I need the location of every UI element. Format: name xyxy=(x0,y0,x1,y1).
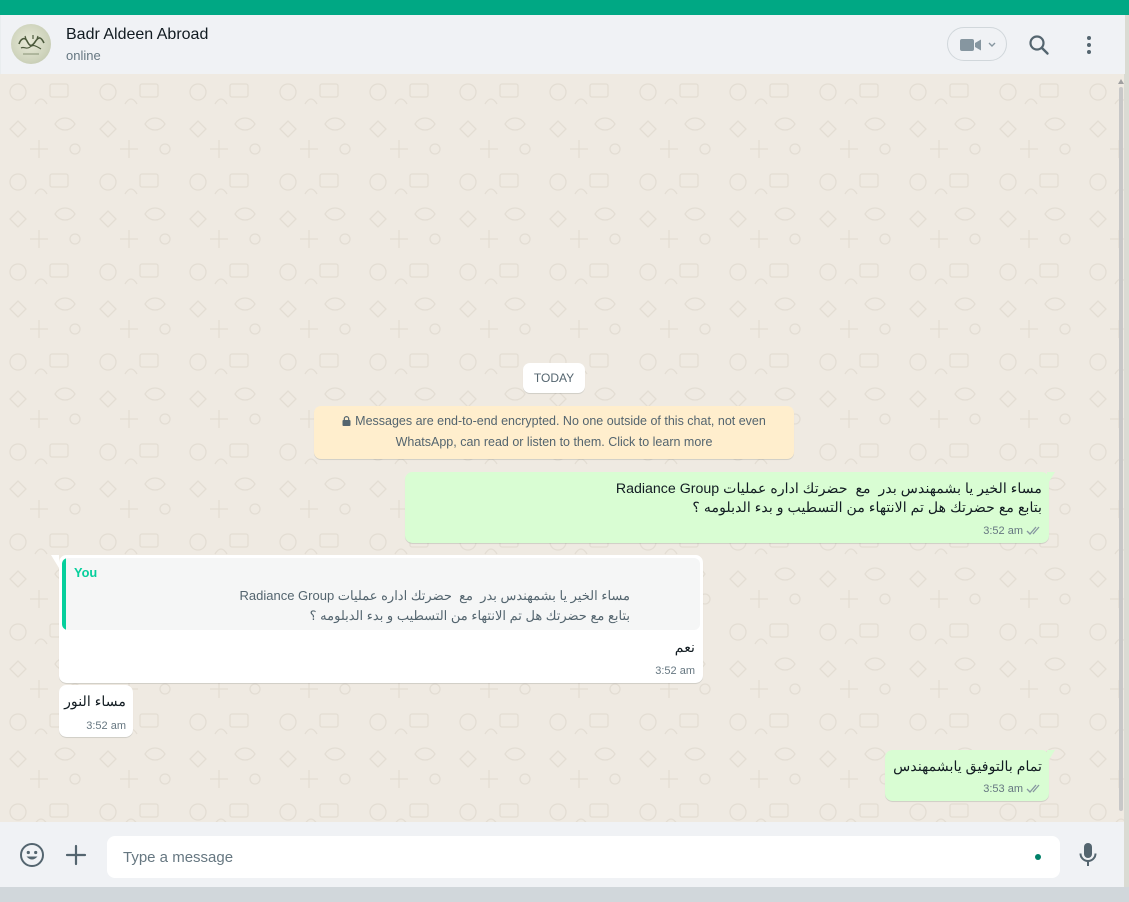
quote-text-line2: بتابع مع حضرتك هل تم الانتهاء من التسطيب… xyxy=(309,608,630,623)
typing-indicator-dot xyxy=(1035,854,1041,860)
incoming-reply-message[interactable]: You مساء الخير يا بشمهندس بدر مع حضرتك ا… xyxy=(51,555,703,683)
video-camera-icon xyxy=(960,39,981,51)
quoted-message[interactable]: You مساء الخير يا بشمهندس بدر مع حضرتك ا… xyxy=(62,558,700,630)
encryption-notice[interactable]: Messages are end-to-end encrypted. No on… xyxy=(314,406,794,459)
date-separator: TODAY xyxy=(523,363,585,393)
message-time: 3:53 am xyxy=(983,783,1023,795)
encryption-notice-line1: Messages are end-to-end encrypted. No on… xyxy=(314,411,794,432)
message-meta: 3:53 am xyxy=(983,783,1042,795)
message-meta: 3:52 am xyxy=(983,525,1042,537)
avatar[interactable] xyxy=(11,24,51,64)
lock-icon xyxy=(342,416,351,426)
quote-bar xyxy=(62,558,66,630)
encryption-notice-line2: WhatsApp, can read or listen to them. Cl… xyxy=(395,435,713,449)
message-time: 3:52 am xyxy=(983,525,1023,537)
message-input[interactable] xyxy=(123,836,1023,878)
chat-window: Badr Aldeen Abroad online TODAY Messages… xyxy=(0,15,1125,887)
bubble-tail xyxy=(1047,472,1055,485)
chevron-down-icon xyxy=(988,42,996,47)
top-accent-bar xyxy=(0,0,1129,15)
video-call-button[interactable] xyxy=(947,27,1007,61)
search-icon[interactable] xyxy=(1027,33,1051,57)
encryption-text-1: Messages are end-to-end encrypted. No on… xyxy=(355,414,766,428)
message-time: 3:52 am xyxy=(86,720,126,732)
chat-header[interactable]: Badr Aldeen Abroad online xyxy=(0,15,1125,74)
message-input-container[interactable] xyxy=(107,836,1060,878)
bubble-tail xyxy=(51,555,59,568)
message-text-line1: مساء الخير يا بشمهندس بدر مع حضرتك اداره… xyxy=(615,481,1042,497)
microphone-icon[interactable] xyxy=(1077,841,1099,869)
bubble-tail xyxy=(1047,750,1055,763)
message-text: تمام بالتوفيق يابشمهندس xyxy=(893,759,1042,775)
message-time: 3:52 am xyxy=(655,665,695,677)
contact-status: online xyxy=(66,48,101,63)
double-check-icon xyxy=(1026,526,1040,535)
message-list[interactable]: TODAY Messages are end-to-end encrypted.… xyxy=(0,74,1124,822)
outgoing-message[interactable]: مساء الخير يا بشمهندس بدر مع حضرتك اداره… xyxy=(405,472,1055,543)
outgoing-message[interactable]: تمام بالتوفيق يابشمهندس 3:53 am xyxy=(885,750,1055,801)
chat-scrollbar[interactable] xyxy=(1118,74,1124,822)
incoming-message[interactable]: مساء النور 3:52 am xyxy=(59,685,133,737)
double-check-icon xyxy=(1026,784,1040,793)
message-text: نعم xyxy=(674,640,695,656)
emoji-icon[interactable] xyxy=(19,842,45,868)
message-text-line2: بتابع مع حضرتك هل تم الانتهاء من التسطيب… xyxy=(692,500,1042,516)
kebab-menu-icon[interactable] xyxy=(1077,33,1101,57)
message-text: مساء النور xyxy=(64,694,126,710)
scrollbar-thumb[interactable] xyxy=(1118,79,1124,819)
quote-author: You xyxy=(74,565,98,580)
contact-name[interactable]: Badr Aldeen Abroad xyxy=(66,26,208,44)
plus-icon[interactable] xyxy=(65,844,87,866)
window-bottom-edge xyxy=(0,887,1129,902)
quote-text-line1: مساء الخير يا بشمهندس بدر مع حضرتك اداره… xyxy=(239,588,630,603)
composer-bar xyxy=(0,822,1124,887)
